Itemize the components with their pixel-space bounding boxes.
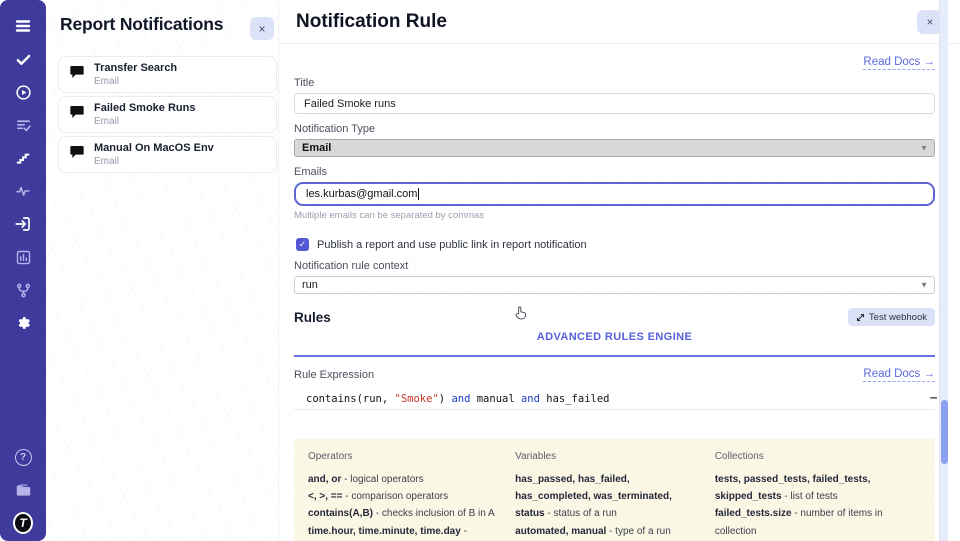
icon-sidebar: ? T [0, 0, 46, 541]
notification-type-label: Notification Type [294, 123, 935, 135]
notification-type: Email [94, 156, 214, 167]
help-entry: contains(A,B) - checks inclusion of B in… [308, 505, 499, 522]
chat-bubble-icon [69, 144, 85, 165]
publish-checkbox-label: Publish a report and use public link in … [317, 239, 587, 251]
code-string-token: "Smoke" [395, 393, 439, 405]
drawer-header: Notification Rule × [279, 0, 960, 44]
help-entry: automated, manual - type of a run [515, 523, 699, 540]
help-entry: <, >, == - comparison operators [308, 488, 499, 505]
chat-bubble-icon [69, 104, 85, 125]
sign-in-icon[interactable] [13, 214, 33, 234]
help-column-variables: Variables has_passed, has_failed, has_co… [515, 451, 699, 541]
help-icon[interactable]: ? [13, 447, 33, 467]
drawer-title: Notification Rule [296, 11, 447, 33]
rule-expression-editor[interactable]: contains(run, "Smoke") and manual and ha… [294, 390, 935, 439]
test-webhook-label: Test webhook [869, 312, 927, 323]
context-label: Notification rule context [294, 260, 935, 272]
app-root: ? T Report Notifications × Transfer Sear… [0, 0, 960, 541]
publish-checkbox[interactable]: ✓ [296, 238, 309, 251]
tab-advanced-rules-engine[interactable]: ADVANCED RULES ENGINE [537, 331, 693, 343]
test-webhook-button[interactable]: Test webhook [848, 308, 935, 326]
logo-letter: T [13, 512, 33, 534]
chevron-down-icon: ▼ [920, 280, 928, 289]
notification-title: Transfer Search [94, 62, 177, 74]
code-keyword-token: and [451, 393, 470, 405]
help-entry: failed_tests.size - number of items in c… [715, 505, 921, 539]
play-circle-icon[interactable] [13, 82, 33, 102]
notification-list: Transfer Search Email Failed Smoke Runs … [58, 56, 277, 176]
panel-title: Report Notifications [60, 14, 223, 35]
emails-label: Emails [294, 166, 935, 178]
title-label: Title [294, 77, 935, 89]
bar-chart-icon[interactable] [13, 247, 33, 267]
help-entry: tests, passed_tests, failed_tests, skipp… [715, 471, 921, 505]
notification-rule-drawer: Notification Rule × Read Docs → Title Fa… [278, 0, 960, 541]
report-notifications-panel: Report Notifications × Transfer Search E… [46, 0, 278, 541]
title-input[interactable]: Failed Smoke runs [294, 93, 935, 114]
notification-type-select[interactable]: Email ▼ [294, 139, 935, 157]
code-keyword-token: and [521, 393, 540, 405]
context-select[interactable]: run ▼ [294, 276, 935, 294]
emails-hint: Multiple emails can be separated by comm… [294, 210, 935, 221]
notification-title: Failed Smoke Runs [94, 102, 195, 114]
help-column-collections: Collections tests, passed_tests, failed_… [715, 451, 921, 541]
help-column-title: Variables [515, 451, 699, 462]
help-column-title: Collections [715, 451, 921, 462]
scrollbar-track[interactable] [939, 0, 948, 541]
scrollbar-thumb[interactable] [941, 400, 948, 464]
emails-input[interactable]: les.kurbas@gmail.com [294, 182, 935, 206]
expression-help-panel: Operators and, or - logical operators <,… [294, 439, 935, 541]
notification-type: Email [94, 116, 195, 127]
read-docs-link[interactable]: Read Docs → [863, 56, 935, 70]
gear-icon[interactable] [13, 313, 33, 333]
fold-marker[interactable]: — [930, 391, 937, 404]
branch-icon[interactable] [13, 280, 33, 300]
docs-row: Read Docs → [294, 52, 935, 68]
chat-bubble-icon [69, 64, 85, 85]
help-entry: time.hour, time.minute, time.day - datet… [308, 523, 499, 541]
app-logo[interactable]: T [13, 513, 33, 533]
emails-value: les.kurbas@gmail.com [306, 188, 417, 200]
read-docs-link[interactable]: Read Docs → [863, 368, 935, 382]
chevron-down-icon: ▼ [920, 143, 928, 152]
steps-icon[interactable] [13, 148, 33, 168]
sidebar-bottom-group: ? T [13, 447, 33, 533]
arrows-icon [856, 313, 865, 322]
help-column-operators: Operators and, or - logical operators <,… [308, 451, 499, 541]
help-glyph: ? [15, 449, 32, 466]
list-item[interactable]: Failed Smoke Runs Email [58, 96, 277, 133]
notification-type-value: Email [302, 142, 331, 154]
check-icon[interactable] [13, 49, 33, 69]
list-item[interactable]: Manual On MacOS Env Email [58, 136, 277, 173]
notification-type: Email [94, 76, 177, 87]
drawer-body: Read Docs → Title Failed Smoke runs Noti… [279, 44, 960, 541]
publish-checkbox-row[interactable]: ✓ Publish a report and use public link i… [296, 238, 935, 251]
list-check-icon[interactable] [13, 115, 33, 135]
rules-row: Rules Test webhook [294, 308, 935, 326]
activity-icon[interactable] [13, 181, 33, 201]
help-column-title: Operators [308, 451, 499, 462]
context-value: run [302, 279, 318, 291]
docs-folder-icon[interactable] [13, 480, 33, 500]
panel-close-button[interactable]: × [250, 17, 274, 40]
menu-icon[interactable] [13, 16, 33, 36]
help-entry: has_passed, has_failed, has_completed, w… [515, 471, 699, 523]
rules-heading: Rules [294, 310, 331, 325]
rules-tabs: ADVANCED RULES ENGINE [294, 327, 935, 357]
notification-title: Manual On MacOS Env [94, 142, 214, 154]
text-caret [418, 188, 419, 200]
list-item[interactable]: Transfer Search Email [58, 56, 277, 93]
rule-expression-label: Rule Expression [294, 369, 374, 381]
rule-expression-row: Rule Expression Read Docs → [294, 368, 935, 382]
help-entry: and, or - logical operators [308, 471, 499, 488]
code-line[interactable]: contains(run, "Smoke") and manual and ha… [294, 390, 935, 410]
